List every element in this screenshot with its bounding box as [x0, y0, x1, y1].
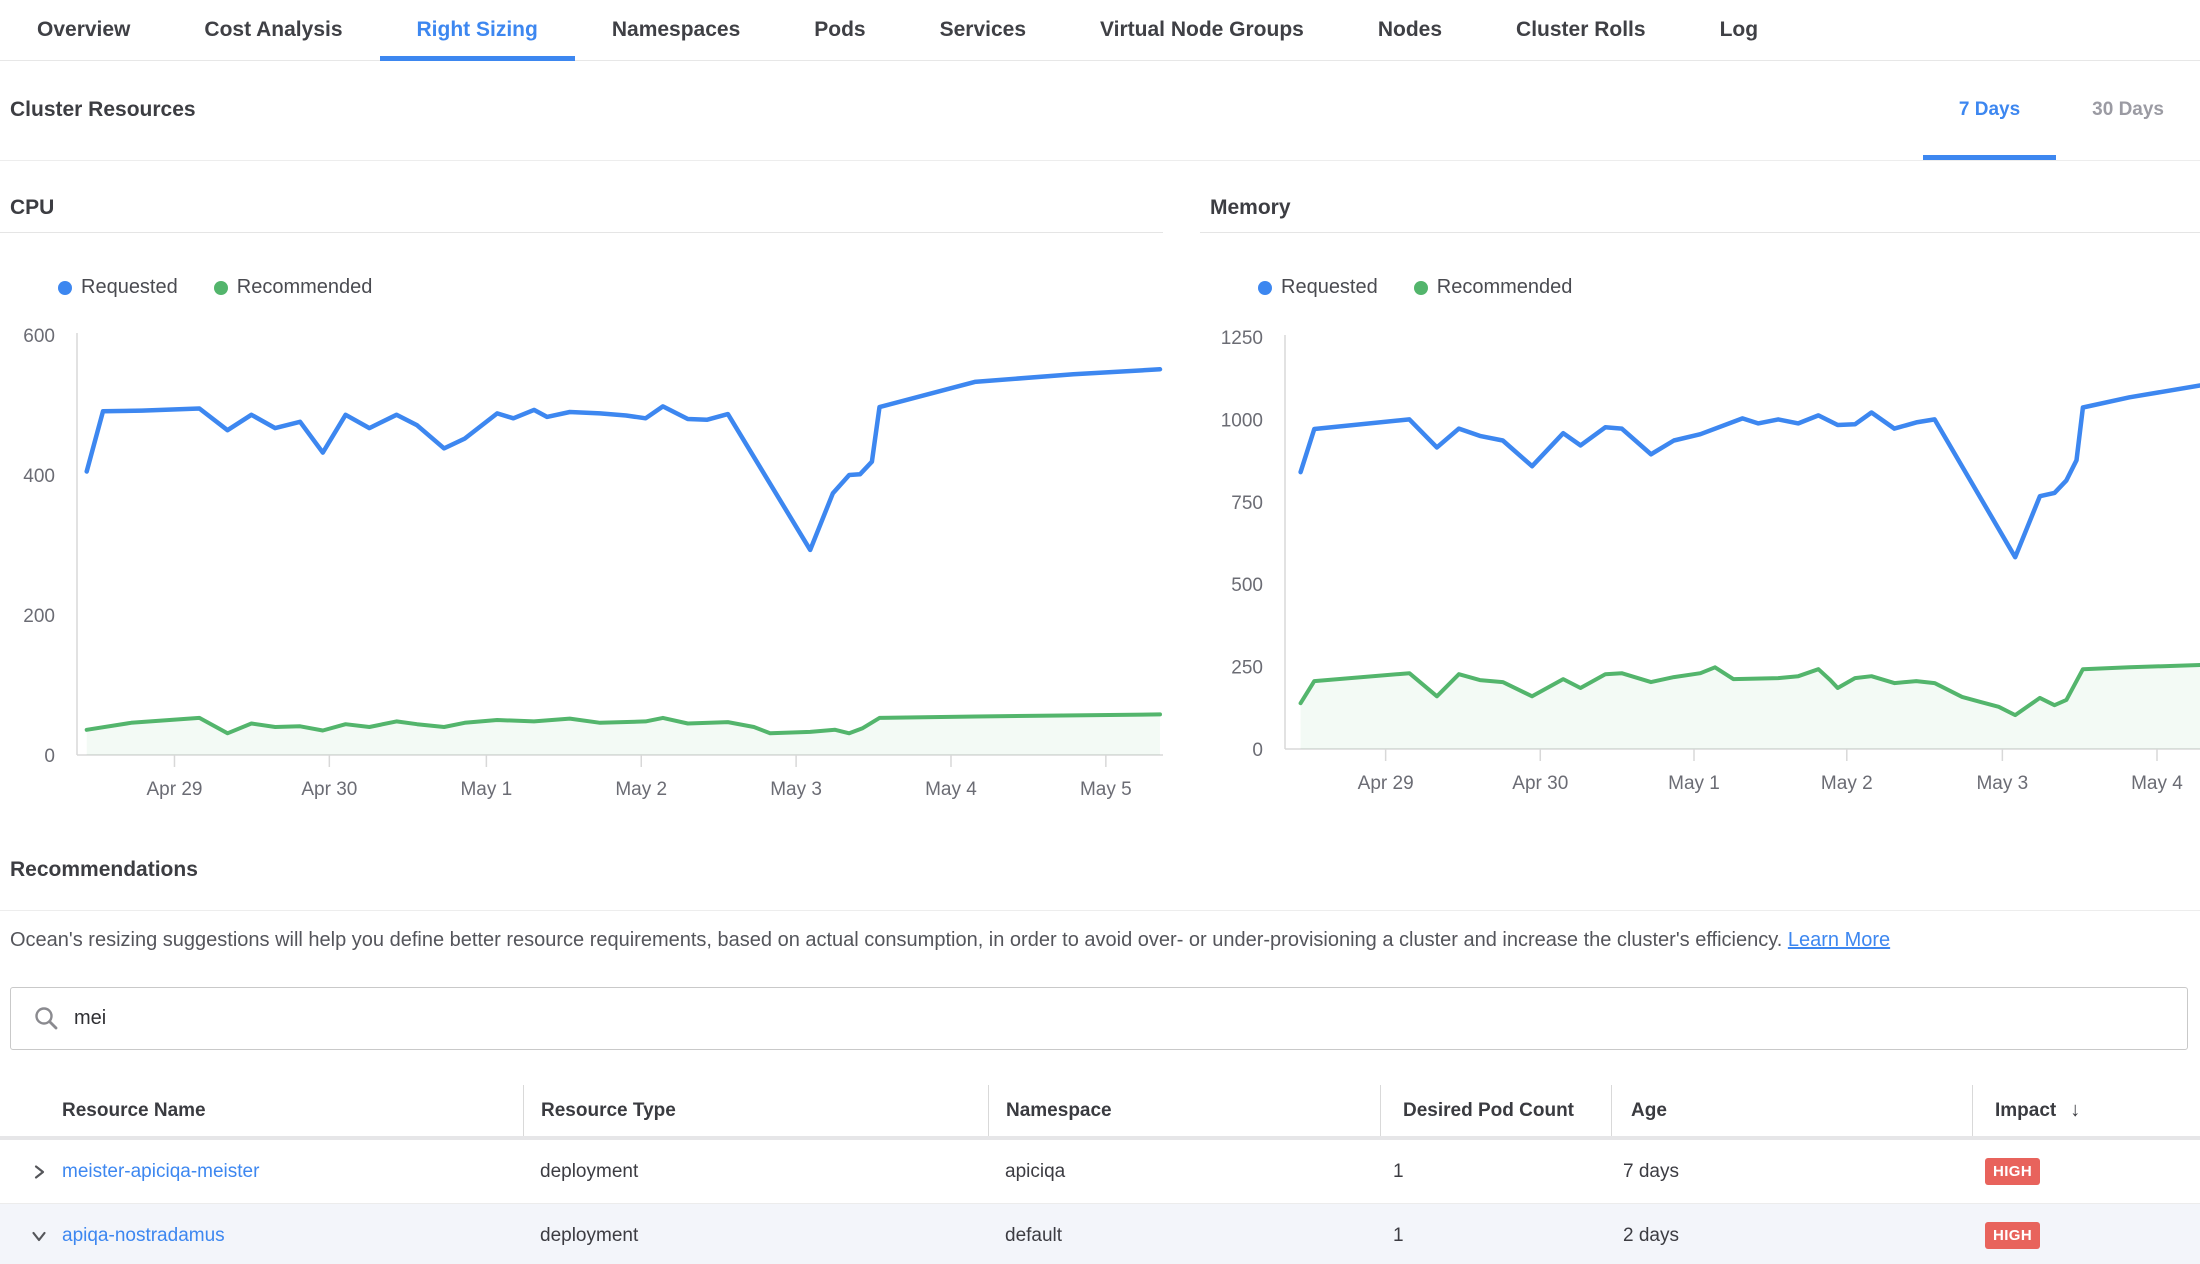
chevron-down-icon[interactable]	[30, 1227, 48, 1245]
col-namespace[interactable]: Namespace	[988, 1085, 1380, 1136]
svg-text:May 3: May 3	[1976, 773, 2028, 794]
svg-text:1250: 1250	[1221, 328, 1263, 349]
memory-line-chart: 0 250 500 750 1000 1250 Apr 29 Apr 30 May 1 May 2…	[1200, 320, 2200, 800]
svg-text:May 5: May 5	[1080, 779, 1132, 800]
tab-cost-analysis[interactable]: Cost Analysis	[167, 0, 379, 60]
impact-cell: HIGH	[1972, 1140, 2200, 1203]
impact-badge: HIGH	[1985, 1222, 2040, 1249]
desired-pod-count-cell: 1	[1380, 1204, 1611, 1264]
col-desired-pod-count[interactable]: Desired Pod Count	[1380, 1085, 1611, 1136]
tab-overview[interactable]: Overview	[0, 0, 167, 60]
right-sizing-page: OverviewCost AnalysisRight SizingNamespa…	[0, 0, 2200, 1264]
recommended-dot-icon	[214, 281, 228, 295]
svg-text:Apr 29: Apr 29	[1358, 773, 1414, 794]
requested-dot-icon	[58, 281, 72, 295]
svg-text:600: 600	[23, 326, 55, 347]
tab-services[interactable]: Services	[903, 0, 1063, 60]
svg-text:0: 0	[44, 746, 55, 767]
table-row: meister-apiciqa-meister deploymentapiciqa…	[0, 1140, 2200, 1204]
age-cell: 2 days	[1611, 1204, 1972, 1264]
search-input[interactable]	[72, 1006, 2187, 1031]
tab-right-sizing[interactable]: Right Sizing	[380, 0, 575, 60]
svg-text:May 4: May 4	[925, 779, 977, 800]
cluster-resources-bar: Cluster Resources 7 Days 30 Days	[0, 60, 2200, 161]
svg-text:250: 250	[1231, 658, 1263, 679]
resource-search-box	[10, 987, 2188, 1050]
search-icon	[33, 1005, 60, 1032]
svg-text:750: 750	[1231, 493, 1263, 514]
recommendations-title: Recommendations	[10, 858, 198, 882]
svg-text:May 3: May 3	[770, 779, 822, 800]
cluster-resources-title: Cluster Resources	[10, 60, 196, 160]
chevron-right-icon[interactable]	[30, 1163, 48, 1181]
svg-text:Apr 30: Apr 30	[1512, 773, 1568, 794]
recommendations-description: Ocean's resizing suggestions will help y…	[10, 926, 2160, 954]
recommendations-divider	[0, 910, 2200, 911]
resource-type-cell: deployment	[523, 1204, 988, 1264]
tab-nodes[interactable]: Nodes	[1341, 0, 1479, 60]
resource-name-link[interactable]: meister-apiciqa-meister	[62, 1161, 259, 1183]
recommended-dot-icon	[1414, 281, 1428, 295]
sort-desc-arrow-icon[interactable]: ↓	[2070, 1099, 2080, 1122]
memory-title-divider	[1200, 232, 2200, 233]
memory-legend-requested-label: Requested	[1281, 276, 1378, 299]
svg-text:1000: 1000	[1221, 410, 1263, 431]
desired-pod-count-cell: 1	[1380, 1140, 1611, 1203]
range-30-days[interactable]: 30 Days	[2056, 60, 2200, 160]
tab-virtual-node-groups[interactable]: Virtual Node Groups	[1063, 0, 1341, 60]
table-row: apiqa-nostradamus deploymentdefault12 day…	[0, 1204, 2200, 1264]
memory-legend-recommended: Recommended	[1414, 276, 1573, 299]
cpu-legend-recommended: Recommended	[214, 276, 373, 299]
recommendations-table-body: meister-apiciqa-meister deploymentapiciqa…	[0, 1140, 2200, 1264]
cpu-title-divider	[0, 232, 1163, 233]
tab-namespaces[interactable]: Namespaces	[575, 0, 777, 60]
svg-text:May 1: May 1	[1668, 773, 1720, 794]
svg-text:Apr 30: Apr 30	[301, 779, 357, 800]
svg-text:400: 400	[23, 466, 55, 487]
memory-chart-title: Memory	[1210, 196, 1291, 220]
cpu-legend-recommended-label: Recommended	[237, 276, 373, 299]
recommendations-table-header: Resource Name Resource Type Namespace De…	[0, 1085, 2200, 1136]
col-impact[interactable]: Impact ↓	[1972, 1085, 2200, 1136]
memory-legend-requested: Requested	[1258, 276, 1378, 299]
svg-text:May 1: May 1	[460, 779, 512, 800]
memory-legend: Requested Recommended	[1258, 276, 1572, 299]
namespace-cell: default	[988, 1204, 1380, 1264]
col-resource-type[interactable]: Resource Type	[523, 1085, 988, 1136]
tab-cluster-rolls[interactable]: Cluster Rolls	[1479, 0, 1683, 60]
cpu-legend: Requested Recommended	[58, 276, 372, 299]
requested-dot-icon	[1258, 281, 1272, 295]
col-impact-label: Impact	[1995, 1100, 2056, 1122]
cpu-legend-requested-label: Requested	[81, 276, 178, 299]
recommendations-text: Ocean's resizing suggestions will help y…	[10, 929, 1782, 951]
cpu-legend-requested: Requested	[58, 276, 178, 299]
svg-text:0: 0	[1252, 740, 1263, 761]
tab-log[interactable]: Log	[1683, 0, 1795, 60]
top-tab-bar: OverviewCost AnalysisRight SizingNamespa…	[0, 0, 2200, 61]
col-resource-name[interactable]: Resource Name	[0, 1085, 523, 1136]
svg-text:May 4: May 4	[2131, 773, 2183, 794]
range-7-days[interactable]: 7 Days	[1923, 60, 2056, 160]
svg-text:200: 200	[23, 606, 55, 627]
svg-text:May 2: May 2	[615, 779, 667, 800]
svg-text:500: 500	[1231, 575, 1263, 596]
resource-name-cell: meister-apiciqa-meister	[0, 1140, 523, 1203]
resource-name-link[interactable]: apiqa-nostradamus	[62, 1225, 225, 1247]
col-age[interactable]: Age	[1611, 1085, 1972, 1136]
resource-name-cell: apiqa-nostradamus	[0, 1204, 523, 1264]
cpu-line-chart: 0 200 400 600 Apr 29 Apr 30 May 1 May 2 May 3 May…	[0, 320, 1165, 800]
cpu-chart-title: CPU	[10, 196, 54, 220]
svg-text:May 2: May 2	[1821, 773, 1873, 794]
time-range-toggle: 7 Days 30 Days	[1923, 60, 2200, 160]
impact-badge: HIGH	[1985, 1158, 2040, 1185]
namespace-cell: apiciqa	[988, 1140, 1380, 1203]
impact-cell: HIGH	[1972, 1204, 2200, 1264]
memory-legend-recommended-label: Recommended	[1437, 276, 1573, 299]
age-cell: 7 days	[1611, 1140, 1972, 1203]
svg-text:Apr 29: Apr 29	[146, 779, 202, 800]
resource-type-cell: deployment	[523, 1140, 988, 1203]
tab-pods[interactable]: Pods	[777, 0, 902, 60]
learn-more-link[interactable]: Learn More	[1788, 929, 1890, 951]
